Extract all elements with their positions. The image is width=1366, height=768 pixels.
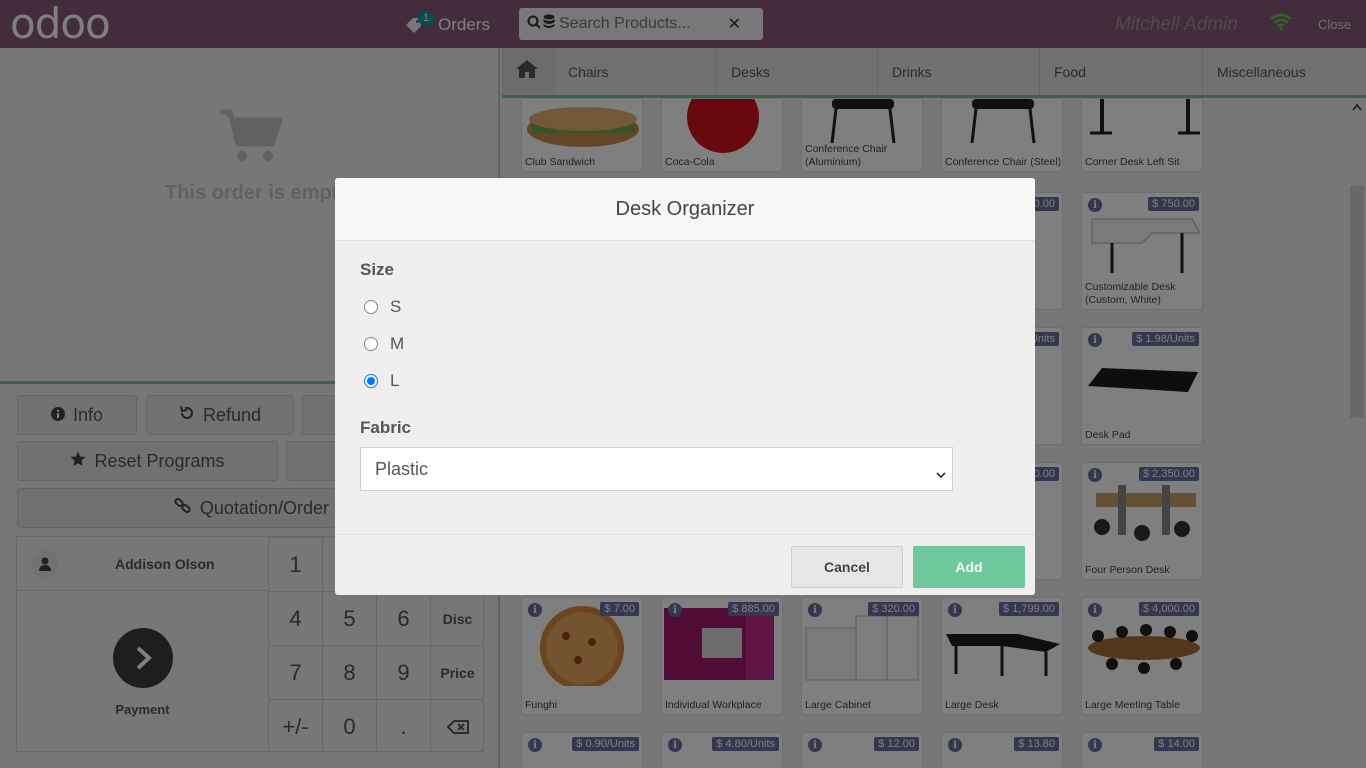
product-configurator-dialog: Desk Organizer Size S M L Fabric Plastic… (335, 178, 1035, 595)
size-option-m[interactable]: M (364, 334, 404, 354)
size-option-label: L (390, 371, 400, 390)
dialog-footer: Cancel Add (335, 534, 1035, 595)
radio-button-selected[interactable] (364, 374, 378, 388)
size-label: Size (360, 260, 395, 279)
radio-button[interactable] (364, 337, 378, 351)
size-option-s[interactable]: S (364, 297, 401, 317)
size-option-label: M (390, 334, 405, 353)
radio-button[interactable] (364, 300, 378, 314)
fabric-select[interactable]: Plastic (360, 447, 953, 491)
chevron-down-icon (936, 463, 946, 484)
cancel-button[interactable]: Cancel (791, 546, 903, 588)
add-button[interactable]: Add (913, 546, 1025, 588)
size-option-l[interactable]: L (364, 371, 399, 391)
size-option-label: S (390, 297, 402, 316)
fabric-selected-value: Plastic (375, 458, 429, 479)
dialog-title: Desk Organizer (335, 178, 1035, 241)
fabric-label: Fabric (360, 418, 412, 437)
